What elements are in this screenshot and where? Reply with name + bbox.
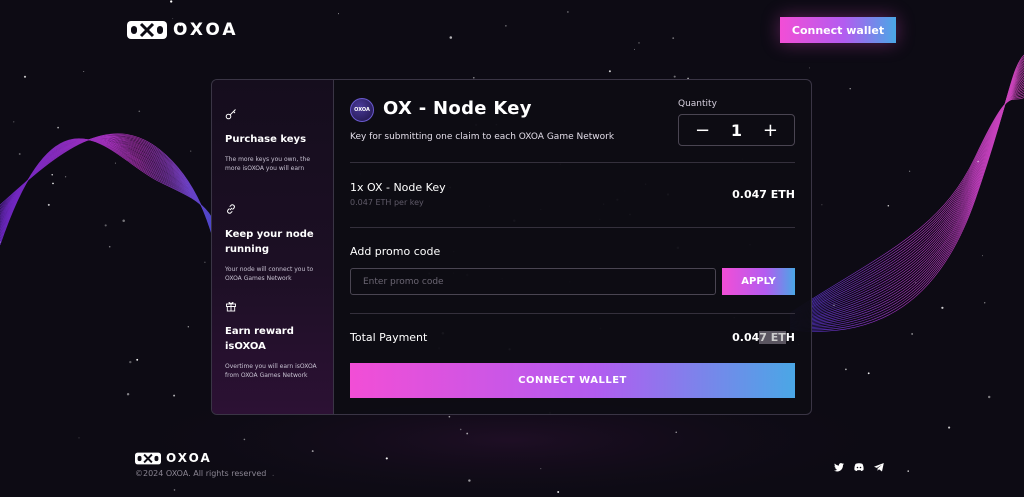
line-item-name: 1x OX - Node Key [350,181,446,194]
connect-wallet-button[interactable]: Connect wallet [780,17,896,43]
step-title: Keep your node running [225,229,314,255]
step-earn-reward: Earn reward isOXOA Overtime you will ear… [225,300,325,380]
divider [350,227,795,228]
telegram-icon[interactable] [873,458,885,472]
twitter-icon[interactable] [833,458,845,472]
key-icon [225,109,236,120]
step-title: Earn reward isOXOA [225,326,294,352]
total-price-part: H [785,331,795,344]
step-purchase-keys: Purchase keys The more keys you own, the… [225,108,325,173]
quantity-label: Quantity [678,99,717,109]
connect-wallet-cta-button[interactable]: CONNECT WALLET [350,363,795,398]
gift-icon [226,301,236,312]
divider [350,162,795,163]
total-price: 0.047 ETH [732,331,795,344]
steps-sidebar: Purchase keys The more keys you own, the… [212,80,334,414]
promo-code-input[interactable] [350,268,716,295]
total-price-highlight: 7 ET [759,331,786,344]
total-label: Total Payment [350,331,428,344]
product-icon-text: OXOA [354,107,370,113]
line-item-per-key: 0.047 ETH per key [350,198,424,207]
logo-mark-icon [127,21,167,39]
divider [350,313,795,314]
logo-mark-icon [135,452,161,464]
link-icon [227,204,235,214]
total-price-part: 0.04 [732,331,760,344]
decrease-quantity-button[interactable]: − [695,120,710,141]
discord-icon[interactable] [853,458,865,471]
quantity-stepper: − 1 + [678,114,795,146]
product-subtitle: Key for submitting one claim to each OXO… [350,132,615,142]
logo[interactable]: OXOA [127,20,239,40]
step-desc: Your node will connect you to OXOA Games… [225,266,314,282]
product-title: OX - Node Key [383,98,532,119]
increase-quantity-button[interactable]: + [763,120,778,141]
step-desc: The more keys you own, the more isOXOA y… [225,156,311,172]
product-icon: OXOA [350,98,374,122]
step-title: Purchase keys [225,134,307,145]
step-keep-node-running: Keep your node running Your node will co… [225,203,325,283]
copyright: ©2024 OXOA. All rights reserved [135,469,267,478]
purchase-card: Purchase keys The more keys you own, the… [211,79,812,415]
line-item-price: 0.047 ETH [732,188,795,201]
apply-promo-button[interactable]: APPLY [722,268,795,295]
checkout-panel: OXOA OX - Node Key Key for submitting on… [334,80,811,414]
promo-label: Add promo code [350,245,441,258]
footer-logo-text: OXOA [166,451,212,465]
step-desc: Overtime you will earn isOXOA from OXOA … [225,363,317,379]
social-links [833,458,885,472]
logo-text: OXOA [173,20,239,40]
quantity-value: 1 [730,120,743,140]
footer-logo[interactable]: OXOA [135,451,212,465]
